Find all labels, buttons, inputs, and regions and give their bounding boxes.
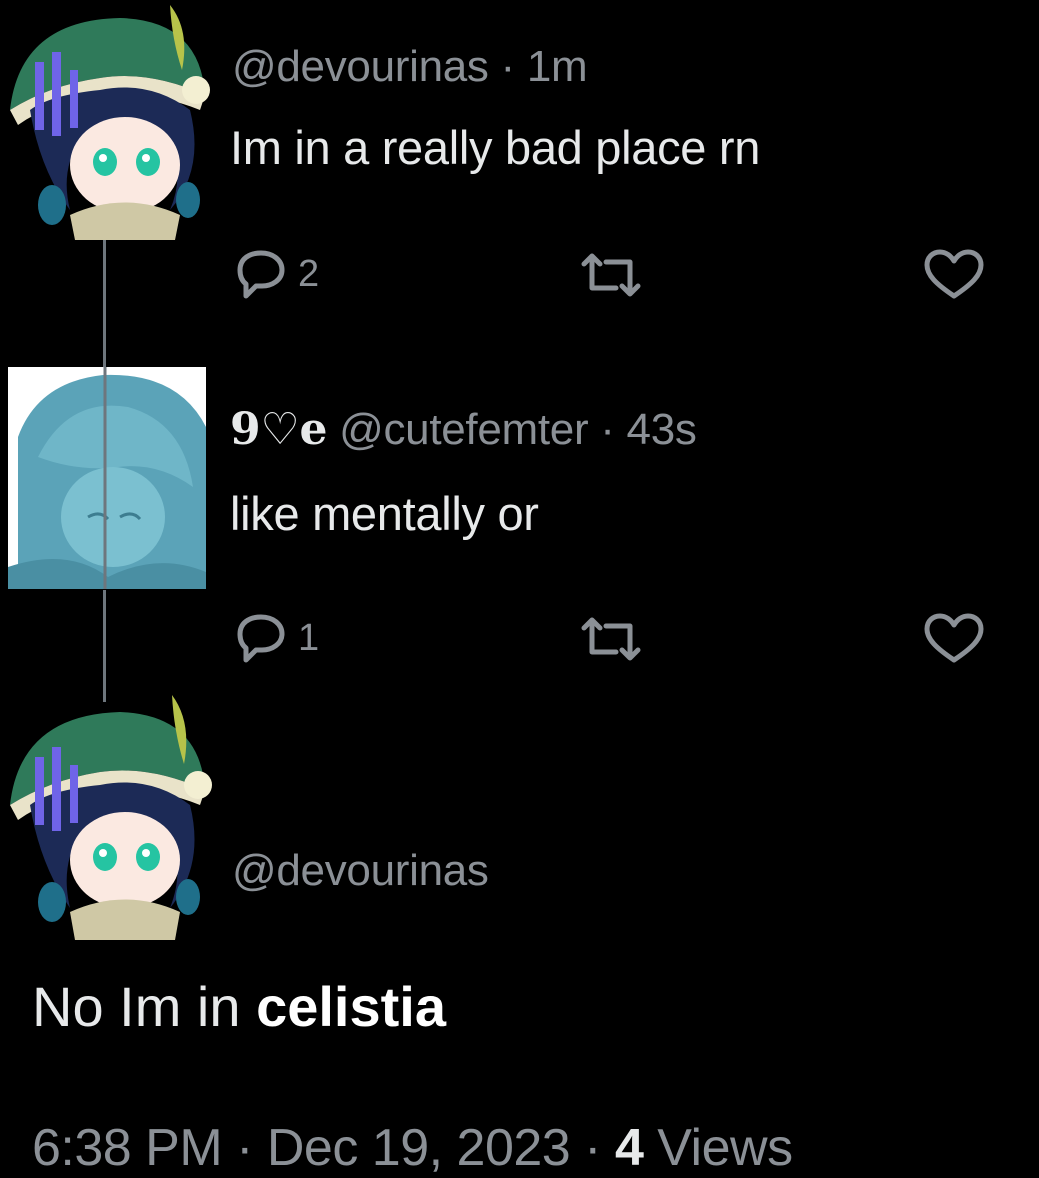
footer-separator: · xyxy=(570,1119,615,1177)
retweet-icon xyxy=(581,253,641,297)
avatar[interactable] xyxy=(0,0,212,240)
retweet-icon xyxy=(581,617,641,661)
reply-icon xyxy=(237,614,285,663)
tweet-1-meta: @devourinas · 1m xyxy=(232,42,588,92)
tweet-1-separator: · xyxy=(488,42,527,91)
tweet-2-text: like mentally or xyxy=(230,487,539,540)
avatar[interactable] xyxy=(0,690,212,940)
tweet-footer: 6:38 PM · Dec 19, 2023 · 4 Views xyxy=(32,1118,793,1178)
thread-line-1 xyxy=(103,240,106,368)
tweet-1-time[interactable]: 1m xyxy=(527,42,588,91)
main-tweet-text: No Im in celistia xyxy=(32,974,446,1039)
like-button[interactable] xyxy=(922,248,986,302)
reply-count: 1 xyxy=(298,616,320,659)
heart-icon xyxy=(924,613,984,663)
tweet-2-handle[interactable]: @cutefemter xyxy=(339,405,589,454)
footer-time[interactable]: 6:38 PM xyxy=(32,1119,223,1177)
tweet-1-text: Im in a really bad place rn xyxy=(230,121,761,174)
main-text-bold: celistia xyxy=(256,975,446,1038)
reply-button[interactable]: 1 xyxy=(232,612,319,664)
reply-button[interactable]: 2 xyxy=(232,248,319,300)
reply-icon xyxy=(237,250,285,299)
views-count[interactable]: 4 xyxy=(615,1119,644,1177)
footer-separator: · xyxy=(222,1119,267,1177)
heart-icon xyxy=(924,249,984,299)
tweet-2-time[interactable]: 43s xyxy=(627,405,697,454)
footer-date[interactable]: Dec 19, 2023 xyxy=(267,1119,571,1177)
chibi-character-green-hat-avatar-icon xyxy=(10,5,210,240)
thread-line-2 xyxy=(103,590,106,702)
retweet-button[interactable] xyxy=(578,250,644,300)
views-label: Views xyxy=(643,1119,793,1177)
avatar[interactable] xyxy=(8,367,206,589)
main-handle[interactable]: @devourinas xyxy=(232,846,489,896)
like-button[interactable] xyxy=(922,612,986,666)
retweet-button[interactable] xyxy=(578,614,644,664)
blue-tinted-character-avatar-icon xyxy=(8,367,206,589)
chibi-character-green-hat-avatar-icon xyxy=(10,695,212,940)
tweet-2-display-name[interactable]: 9♡e xyxy=(230,404,327,455)
main-text-prefix: No Im in xyxy=(32,975,257,1038)
tweet-2-meta: 9♡e @cutefemter · 43s xyxy=(230,404,697,455)
tweet-2-separator: · xyxy=(588,405,627,454)
reply-count: 2 xyxy=(298,252,320,295)
tweet-1-handle[interactable]: @devourinas xyxy=(232,42,489,91)
